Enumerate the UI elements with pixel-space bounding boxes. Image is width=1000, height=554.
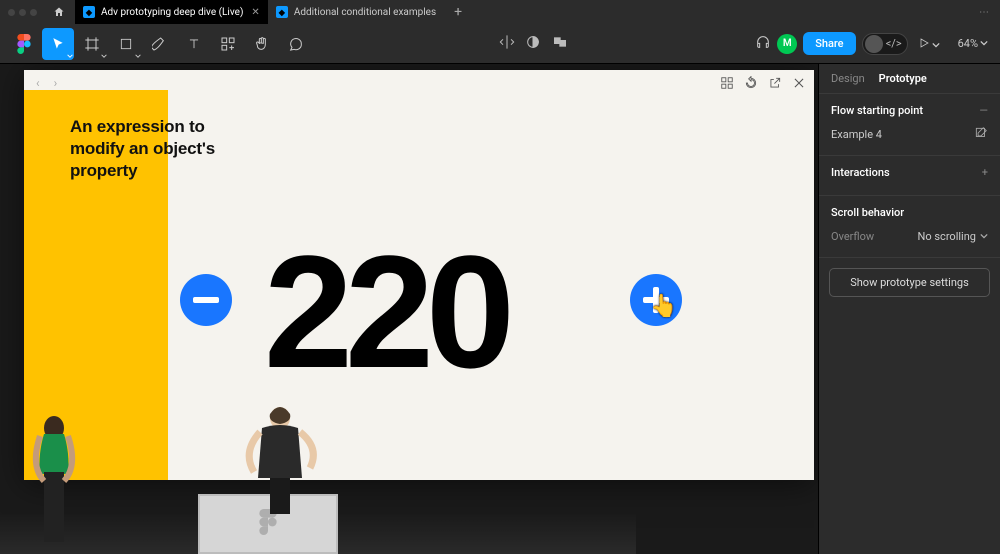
pen-tool[interactable]	[144, 28, 176, 60]
resources-tool[interactable]	[212, 28, 244, 60]
text-icon	[187, 37, 201, 51]
window-tab-bar: ◆ Adv prototyping deep dive (Live) ✕ ◆ A…	[0, 0, 1000, 24]
new-tab-button[interactable]: +	[444, 4, 472, 20]
presenter-person	[240, 404, 320, 514]
comment-icon	[288, 36, 304, 52]
zoom-control[interactable]: 64%	[950, 37, 992, 50]
forward-icon[interactable]: ›	[54, 76, 58, 90]
chevron-down-icon	[980, 232, 988, 240]
zoom-value: 64%	[958, 37, 978, 50]
toggle-knob	[865, 35, 883, 53]
close-preview-icon[interactable]	[792, 76, 806, 90]
chevron-down-icon	[932, 34, 940, 53]
flow-section-heading: Flow starting point	[831, 104, 923, 117]
rectangle-icon	[119, 37, 133, 51]
prototype-preview-window: ‹ › An expression to modify an object's …	[24, 70, 814, 480]
show-prototype-settings-button[interactable]: Show prototype settings	[829, 268, 990, 297]
share-button[interactable]: Share	[803, 32, 855, 55]
close-icon[interactable]: ✕	[251, 7, 259, 18]
move-tool[interactable]	[42, 28, 74, 60]
preview-nav: ‹ ›	[36, 76, 57, 90]
back-icon[interactable]: ‹	[36, 76, 40, 90]
present-button[interactable]	[914, 34, 944, 53]
home-icon	[53, 6, 65, 18]
more-icon[interactable]: ⋯	[979, 7, 1000, 18]
chevron-down-icon	[135, 53, 141, 59]
chevron-down-icon	[67, 53, 73, 59]
add-interaction-icon[interactable]: +	[982, 166, 988, 179]
dev-mode-toggle[interactable]: </>	[862, 33, 908, 55]
main-menu-button[interactable]	[8, 28, 40, 60]
comment-tool[interactable]	[280, 28, 312, 60]
presenter-person	[26, 414, 82, 554]
shape-tool[interactable]	[110, 28, 142, 60]
hand-tool[interactable]	[246, 28, 278, 60]
file-tab-inactive[interactable]: ◆ Additional conditional examples	[268, 0, 444, 24]
headphones-icon[interactable]	[755, 34, 771, 54]
file-tab-label: Adv prototyping deep dive (Live)	[101, 7, 243, 18]
figma-file-icon: ◆	[276, 6, 288, 18]
design-tab[interactable]: Design	[831, 72, 865, 85]
frame-tool[interactable]	[76, 28, 108, 60]
chevron-down-icon	[980, 37, 988, 50]
flow-name[interactable]: Example 4	[831, 128, 882, 141]
overflow-label: Overflow	[831, 230, 874, 243]
pen-icon	[152, 36, 168, 52]
restart-icon[interactable]	[744, 76, 758, 90]
chevron-down-icon	[101, 53, 107, 59]
file-tab-active[interactable]: ◆ Adv prototyping deep dive (Live) ✕	[75, 0, 268, 24]
hand-icon	[254, 36, 270, 52]
options-icon[interactable]	[720, 76, 734, 90]
pointer-cursor-icon: 👆	[650, 294, 677, 319]
edit-icon[interactable]	[974, 126, 988, 143]
file-tab-label: Additional conditional examples	[294, 7, 436, 18]
remove-flow-icon[interactable]: —	[979, 104, 988, 117]
cursor-icon	[51, 37, 65, 51]
scroll-heading: Scroll behavior	[831, 206, 904, 219]
contrast-icon[interactable]	[525, 34, 541, 54]
text-tool[interactable]	[178, 28, 210, 60]
properties-panel: Design Prototype Flow starting point — E…	[818, 64, 1000, 554]
minus-icon	[193, 297, 219, 303]
play-icon	[918, 34, 930, 53]
window-traffic-lights	[4, 9, 43, 16]
figma-file-icon: ◆	[83, 6, 95, 18]
figma-logo-icon	[17, 34, 31, 54]
code-icon: </>	[886, 37, 902, 50]
interactions-heading: Interactions	[831, 166, 890, 179]
counter-value: 220	[264, 220, 507, 404]
frame-icon	[84, 36, 100, 52]
overflow-select[interactable]: No scrolling	[918, 230, 988, 243]
user-avatar[interactable]: M	[777, 34, 797, 54]
decrement-button[interactable]	[180, 274, 232, 326]
slide-title: An expression to modify an object's prop…	[70, 116, 240, 182]
mask-icon[interactable]	[551, 34, 569, 54]
resources-icon	[220, 36, 236, 52]
open-external-icon[interactable]	[768, 76, 782, 90]
prototype-tab[interactable]: Prototype	[879, 72, 927, 85]
align-icon[interactable]	[499, 34, 515, 54]
home-button[interactable]	[43, 6, 75, 18]
canvas[interactable]: ‹ › An expression to modify an object's …	[0, 64, 818, 554]
toolbar: M Share </> 64%	[0, 24, 1000, 64]
